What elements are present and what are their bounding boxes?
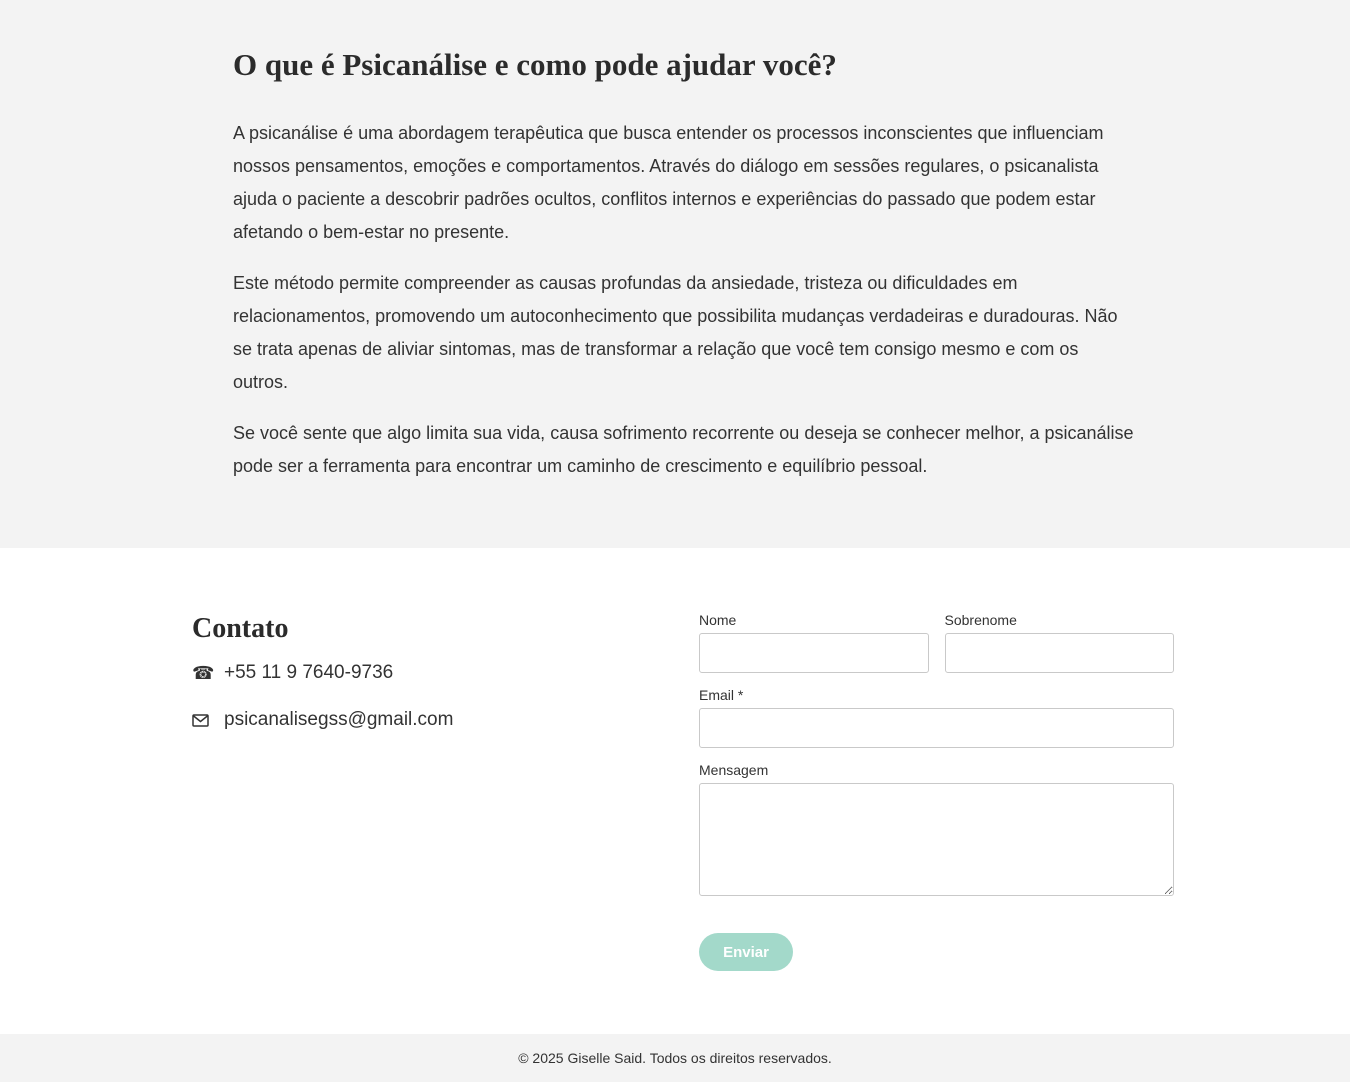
- about-content: O que é Psicanálise e como pode ajudar v…: [233, 46, 1138, 483]
- mail-icon: [192, 713, 224, 727]
- about-paragraph: Este método permite compreender as causa…: [233, 273, 1118, 392]
- message-textarea[interactable]: [699, 783, 1174, 896]
- first-name-field: Nome: [699, 612, 929, 673]
- copyright-text: © 2025 Giselle Said. Todos os direitos r…: [518, 1050, 832, 1066]
- name-row: Nome Sobrenome: [699, 612, 1174, 687]
- footer: © 2025 Giselle Said. Todos os direitos r…: [0, 1034, 1350, 1082]
- last-name-input[interactable]: [944, 633, 1174, 673]
- last-name-label: Sobrenome: [944, 612, 1017, 628]
- email-label: Email *: [699, 687, 744, 703]
- contact-form: Nome Sobrenome Email * Mensagem Enviar: [699, 612, 1174, 971]
- submit-button[interactable]: Enviar: [699, 933, 793, 971]
- contact-info: Contato ☎ +55 11 9 7640-9736 psicanalise…: [192, 612, 453, 752]
- contact-email: psicanalisegss@gmail.com: [192, 705, 453, 735]
- contact-title: Contato: [192, 613, 289, 644]
- about-paragraph: Se você sente que algo limita sua vida, …: [233, 423, 1134, 476]
- about-title: O que é Psicanálise e como pode ajudar v…: [233, 47, 837, 82]
- contact-section: Contato ☎ +55 11 9 7640-9736 psicanalise…: [0, 548, 1350, 1034]
- message-label: Mensagem: [699, 762, 769, 778]
- message-field: Mensagem: [699, 762, 1174, 901]
- first-name-label: Nome: [699, 612, 737, 628]
- last-name-field: Sobrenome: [944, 612, 1174, 673]
- email-field: Email *: [699, 687, 1174, 748]
- email-input[interactable]: [699, 708, 1174, 748]
- phone-icon: ☎: [192, 662, 215, 683]
- email-address[interactable]: psicanalisegss@gmail.com: [224, 709, 453, 731]
- phone-number: +55 11 9 7640-9736: [224, 662, 394, 683]
- first-name-input[interactable]: [699, 633, 929, 673]
- about-section: O que é Psicanálise e como pode ajudar v…: [0, 0, 1350, 548]
- about-paragraph: A psicanálise é uma abordagem terapêutic…: [233, 123, 1104, 242]
- contact-phone: ☎ +55 11 9 7640-9736: [192, 658, 453, 688]
